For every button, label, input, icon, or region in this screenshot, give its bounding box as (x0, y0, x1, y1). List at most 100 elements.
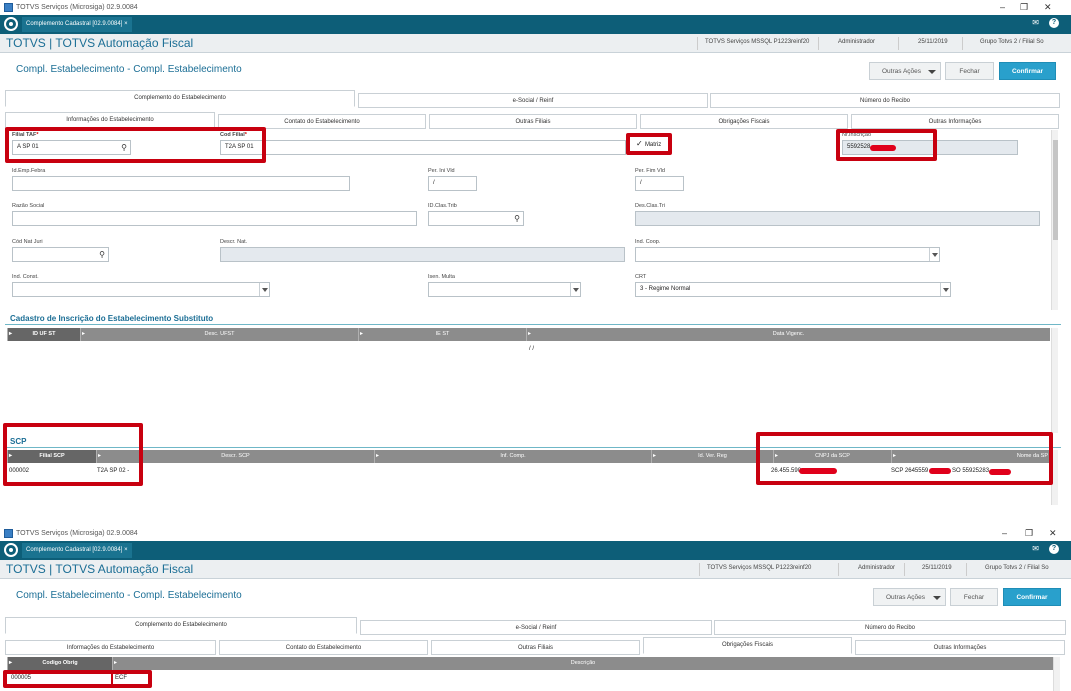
tab-obrigacoes[interactable]: Obrigações Fiscais (643, 637, 852, 654)
col-id-ver-reg[interactable]: Id. Ver. Reg (651, 450, 773, 463)
data-vigenc-cell: / / (529, 346, 535, 352)
minimize-icon[interactable]: – (1002, 526, 1007, 541)
tab-complemento[interactable]: Complemento do Estabelecimento (5, 617, 357, 634)
obrig-scrollbar[interactable] (1053, 657, 1060, 691)
tab-informacoes[interactable]: Informações do Estabelecimento (5, 640, 216, 655)
app-header: TOTVS | TOTVS Automação Fiscal TOTVS Ser… (0, 560, 1071, 579)
chevron-down-icon (933, 596, 941, 600)
per-ini-vld-input[interactable]: / (428, 176, 477, 191)
scrollbar-thumb[interactable] (1053, 140, 1058, 240)
col-inf-comp[interactable]: Inf. Comp. (374, 450, 651, 463)
col-data-vigenc[interactable]: Data Vigenc. (526, 328, 1050, 341)
col-codigo-obrig[interactable]: Codigo Obrig (7, 657, 112, 670)
app-tabbar: Complemento Cadastral [02.9.0084] × ✉ ? (0, 15, 1071, 34)
ind-const-select[interactable] (12, 282, 270, 297)
page-header: Compl. Estabelecimento - Compl. Estabele… (0, 579, 1071, 614)
minimize-icon[interactable]: – (1000, 0, 1005, 15)
col-id-uf-st[interactable]: ID UF ST (7, 328, 80, 341)
tab-recibo[interactable]: Número do Recibo (710, 93, 1060, 108)
totvs-logo-icon[interactable] (4, 543, 18, 557)
ind-coop-select[interactable] (635, 247, 940, 262)
chevron-down-icon (570, 283, 580, 296)
app-icon (4, 529, 13, 538)
mail-icon[interactable]: ✉ (1032, 544, 1039, 553)
other-actions-label: Outras Ações (882, 68, 922, 75)
divider (697, 37, 698, 50)
id-clas-trib-label: ID.Clas.Trib (428, 203, 457, 209)
close-window-icon[interactable]: ✕ (1044, 0, 1052, 15)
id-emp-febra-label: Id.Emp.Febra (12, 168, 46, 174)
chevron-down-icon (940, 283, 950, 296)
mail-icon[interactable]: ✉ (1032, 18, 1039, 27)
doc-tab-close-icon[interactable]: × (124, 547, 128, 553)
app-icon (4, 3, 13, 12)
close-button[interactable]: Fechar (950, 588, 998, 606)
razao-social-input[interactable] (12, 211, 417, 226)
tab-esocial[interactable]: e-Social / Reinf (360, 620, 712, 635)
page-title: Compl. Estabelecimento - Compl. Estabele… (16, 590, 242, 601)
tab-recibo[interactable]: Número do Recibo (714, 620, 1066, 635)
des-clas-tri-input (635, 211, 1040, 226)
tab-outras-filiais[interactable]: Outras Filiais (429, 114, 637, 129)
search-icon[interactable]: ⚲ (99, 249, 105, 260)
other-actions-button[interactable]: Outras Ações (873, 588, 946, 606)
group-info: Grupo Totvs 2 / Filial So (985, 565, 1049, 571)
app-title: TOTVS | TOTVS Automação Fiscal (6, 36, 194, 50)
doc-tab-close-icon[interactable]: × (124, 21, 128, 27)
cod-nat-juri-label: Cód Nat Juri (12, 239, 43, 245)
col-descricao[interactable]: Descrição (112, 657, 1053, 670)
confirm-button[interactable]: Confirmar (999, 62, 1056, 80)
env-info: TOTVS Serviços MSSQL P1223reinf20 (707, 565, 812, 571)
app-tabbar: Complemento Cadastral [02.9.0084] × ✉ ? (0, 541, 1071, 560)
crt-label: CRT (635, 274, 647, 280)
doc-tab[interactable]: Complemento Cadastral [02.9.0084] × (22, 543, 132, 558)
app-header: TOTVS | TOTVS Automação Fiscal TOTVS Ser… (0, 34, 1071, 53)
group-info: Grupo Totvs 2 / Filial So (980, 39, 1044, 45)
per-fim-vld-input[interactable]: / (635, 176, 684, 191)
id-emp-febra-input[interactable] (12, 176, 350, 191)
user-info: Administrador (838, 39, 876, 45)
tab-esocial[interactable]: e-Social / Reinf (358, 93, 708, 108)
substituto-title: Cadastro de Inscrição do Estabelecimento… (10, 314, 214, 323)
crt-select[interactable]: 3 - Regime Normal (635, 282, 951, 297)
restore-icon[interactable]: ❐ (1020, 0, 1028, 15)
user-info: Administrador (858, 565, 896, 571)
date-info: 25/11/2019 (922, 565, 952, 571)
form-scrollbar[interactable] (1051, 130, 1058, 310)
per-fim-vld-label: Per. Fim Vld (635, 168, 665, 174)
close-window-icon[interactable]: ✕ (1049, 526, 1057, 541)
highlight-box (626, 133, 672, 155)
tab-obrigacoes[interactable]: Obrigações Fiscais (640, 114, 848, 129)
other-actions-button[interactable]: Outras Ações (869, 62, 941, 80)
window-title: TOTVS Serviços (Microsiga) 02.9.0084 (16, 530, 138, 537)
tab-outras-informacoes[interactable]: Outras Informações (855, 640, 1065, 655)
date-info: 25/11/2019 (918, 39, 948, 45)
restore-icon[interactable]: ❐ (1025, 526, 1033, 541)
ind-const-label: Ind. Const. (12, 274, 39, 280)
close-button[interactable]: Fechar (945, 62, 994, 80)
doc-tab-label: Complemento Cadastral [02.9.0084] (26, 21, 123, 27)
section-divider (5, 324, 1061, 325)
tab-outras-filiais[interactable]: Outras Filiais (431, 640, 640, 655)
help-icon[interactable]: ? (1049, 18, 1059, 28)
confirm-button[interactable]: Confirmar (1003, 588, 1061, 606)
cod-filial-input[interactable]: T2A SP 01 (220, 140, 626, 155)
razao-social-label: Razão Social (12, 203, 45, 209)
totvs-logo-icon[interactable] (4, 17, 18, 31)
isen-multa-select[interactable] (428, 282, 581, 297)
substituto-scrollbar[interactable] (1051, 328, 1058, 433)
col-ie-st[interactable]: IE ST (358, 328, 526, 341)
window-main: TOTVS Serviços (Microsiga) 02.9.0084 – ❐… (0, 0, 1071, 506)
doc-tab-label: Complemento Cadastral [02.9.0084] (26, 547, 123, 553)
divider (818, 37, 819, 50)
id-clas-trib-input[interactable]: ⚲ (428, 211, 524, 226)
search-icon[interactable]: ⚲ (514, 213, 520, 224)
col-desc-ufst[interactable]: Desc. UFST (80, 328, 358, 341)
other-actions-label: Outras Ações (886, 594, 926, 601)
help-icon[interactable]: ? (1049, 544, 1059, 554)
tab-outras-informacoes[interactable]: Outras Informações (851, 114, 1059, 129)
tab-contato[interactable]: Contato do Estabelecimento (219, 640, 428, 655)
doc-tab[interactable]: Complemento Cadastral [02.9.0084] × (22, 17, 132, 32)
tab-complemento[interactable]: Complemento do Estabelecimento (5, 90, 355, 107)
cod-nat-juri-input[interactable]: ⚲ (12, 247, 109, 262)
